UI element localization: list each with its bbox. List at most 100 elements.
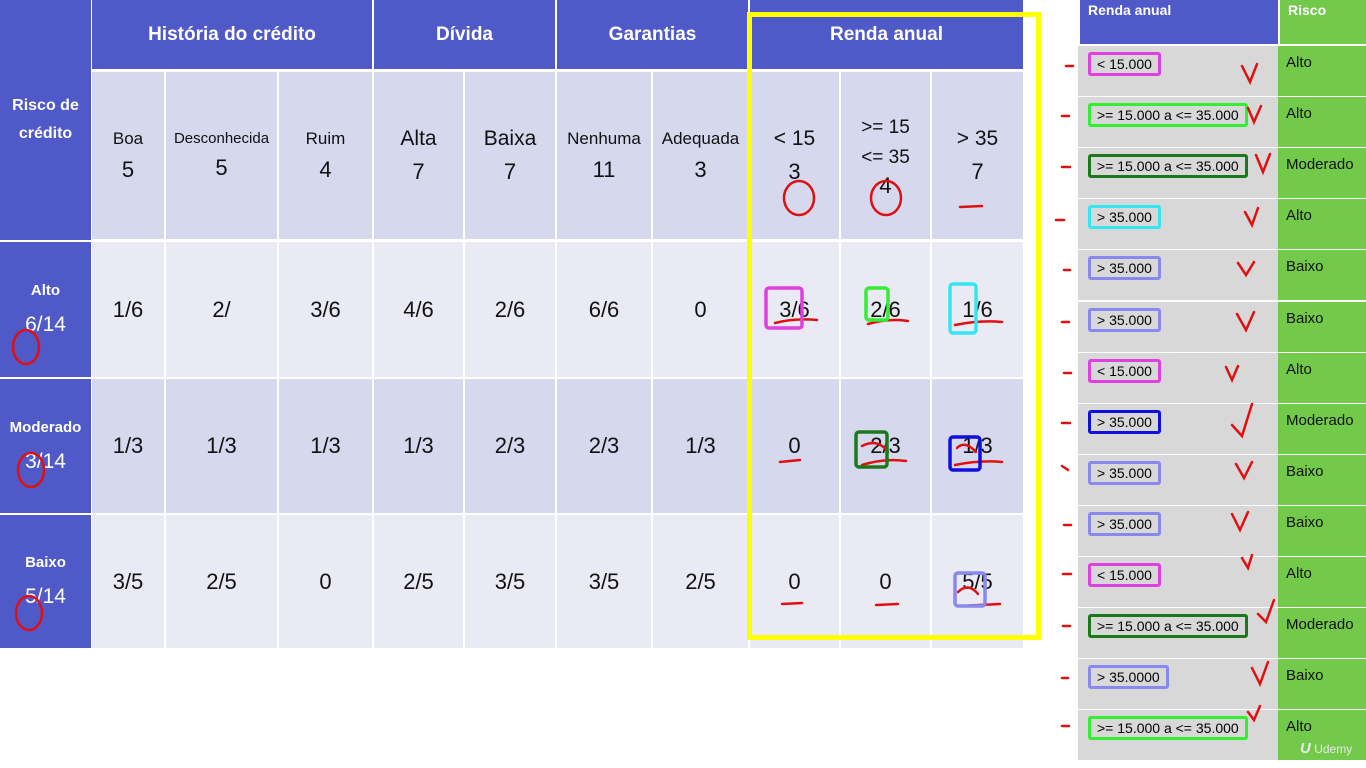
row-score: 6/14 xyxy=(25,313,66,336)
group-divida: Dívida xyxy=(374,0,555,69)
renda-value-box: >= 15.000 a <= 35.000 xyxy=(1088,154,1248,178)
col-count: 7 xyxy=(412,158,425,184)
panel-risco-row: Baixo xyxy=(1278,302,1366,352)
col-count: 4 xyxy=(319,156,332,182)
renda-value-box: > 35.0000 xyxy=(1088,665,1169,689)
table-cell: 1/6 xyxy=(92,242,164,377)
table-cell: 2/3 xyxy=(465,379,555,513)
panel-renda-row: > 35.000 xyxy=(1078,199,1278,249)
table-cell: 1/3 xyxy=(374,379,463,513)
renda-value-box: < 15.000 xyxy=(1088,52,1161,76)
row-header-0: Alto 6/14 xyxy=(0,242,91,377)
renda-value-box: > 35.000 xyxy=(1088,205,1161,229)
panel-renda-row: >= 15.000 a <= 35.000 xyxy=(1078,608,1278,658)
col-name: Baixa xyxy=(483,126,537,150)
udemy-watermark: U Udemy xyxy=(1300,740,1352,757)
row-score: 5/14 xyxy=(25,585,66,608)
panel-renda-row: < 15.000 xyxy=(1078,46,1278,96)
corner-label: Risco de crédito xyxy=(12,97,79,142)
panel-risco-row: Moderado xyxy=(1278,404,1366,454)
panel-risco-row: Moderado xyxy=(1278,608,1366,658)
panel-renda-row: > 35.000 xyxy=(1078,250,1278,300)
table-cell: 3/5 xyxy=(465,515,555,648)
col-alta: Alta 7 xyxy=(374,72,463,239)
col-baixa: Baixa 7 xyxy=(465,72,555,239)
table-cell: 0 xyxy=(279,515,372,648)
col-count: 5 xyxy=(121,156,135,182)
panel-risco-row: Baixo xyxy=(1278,506,1366,556)
table-cell: 3/5 xyxy=(92,515,164,648)
col-ruim: Ruim 4 xyxy=(279,72,372,239)
table-cell: 3/5 xyxy=(557,515,651,648)
panel-renda-row: < 15.000 xyxy=(1078,353,1278,403)
panel-renda-row: > 35.000 xyxy=(1078,455,1278,505)
group-historia: História do crédito xyxy=(92,0,372,69)
panel-renda-row: > 35.000 xyxy=(1078,404,1278,454)
renda-value-box: < 15.000 xyxy=(1088,563,1161,587)
corner-header: Risco de crédito xyxy=(0,0,91,240)
renda-value-box: > 35.000 xyxy=(1088,410,1161,434)
panel-risco-row: Alto xyxy=(1278,199,1366,249)
panel-renda-row: >= 15.000 a <= 35.000 xyxy=(1078,97,1278,147)
row-label: Alto xyxy=(30,282,61,299)
renda-value-box: < 15.000 xyxy=(1088,359,1161,383)
col-count: 11 xyxy=(592,156,616,182)
table-cell: 2/ xyxy=(166,242,277,377)
table-cell: 2/3 xyxy=(557,379,651,513)
panel-header-risco: Risco xyxy=(1280,0,1366,44)
renda-value-box: > 35.000 xyxy=(1088,256,1161,280)
renda-value-box: > 35.000 xyxy=(1088,308,1161,332)
renda-value-box: >= 15.000 a <= 35.000 xyxy=(1088,614,1248,638)
table-cell: 3/6 xyxy=(279,242,372,377)
table-cell: 0 xyxy=(653,242,748,377)
col-name: Ruim xyxy=(305,128,346,148)
group-label: História do crédito xyxy=(148,23,316,45)
panel-risco-row: Alto xyxy=(1278,557,1366,607)
renda-anual-highlight-box xyxy=(747,12,1041,640)
table-cell: 2/5 xyxy=(653,515,748,648)
renda-value-box: >= 15.000 a <= 35.000 xyxy=(1088,716,1248,740)
panel-risco-row: Baixo xyxy=(1278,659,1366,709)
table-cell: 1/3 xyxy=(653,379,748,513)
udemy-logo-icon: U xyxy=(1300,740,1311,757)
panel-risco-row: Baixo xyxy=(1278,250,1366,300)
col-boa: Boa 5 xyxy=(92,72,164,239)
col-adequada: Adequada 3 xyxy=(653,72,748,239)
table-cell: 2/5 xyxy=(166,515,277,648)
renda-value-box: > 35.000 xyxy=(1088,461,1161,485)
col-name: Alta xyxy=(400,126,437,150)
table-cell: 4/6 xyxy=(374,242,463,377)
panel-risco-row: Alto xyxy=(1278,97,1366,147)
col-count: 3 xyxy=(694,156,707,182)
panel-renda-row: > 35.000 xyxy=(1078,302,1278,352)
panel-renda-row: >= 15.000 a <= 35.000 xyxy=(1078,710,1278,760)
table-cell: 6/6 xyxy=(557,242,651,377)
panel-renda-row: < 15.000 xyxy=(1078,557,1278,607)
row-header-1: Moderado 3/14 xyxy=(0,379,91,513)
row-score: 3/14 xyxy=(25,449,66,473)
group-label: Garantias xyxy=(608,23,697,45)
group-label: Dívida xyxy=(435,23,494,45)
col-nenhuma: Nenhuma 11 xyxy=(557,72,651,239)
col-name: Nenhuma xyxy=(567,128,641,148)
group-garantias: Garantias xyxy=(557,0,748,69)
panel-risco-row: Alto xyxy=(1278,46,1366,96)
table-cell: 1/3 xyxy=(279,379,372,513)
col-desconhecida: Desconhecida 5 xyxy=(166,72,277,239)
udemy-label: Udemy xyxy=(1314,742,1353,756)
col-name: Adequada xyxy=(661,128,740,148)
col-name: Boa xyxy=(112,128,144,148)
table-cell: 1/3 xyxy=(92,379,164,513)
row-header-2: Baixo 5/14 xyxy=(0,515,91,648)
renda-value-box: > 35.000 xyxy=(1088,512,1161,536)
panel-renda-row: >= 15.000 a <= 35.000 xyxy=(1078,148,1278,198)
row-label: Baixo xyxy=(25,554,66,571)
panel-risco-row: Moderado xyxy=(1278,148,1366,198)
col-count: 5 xyxy=(215,155,228,180)
panel-risco-row: Baixo xyxy=(1278,455,1366,505)
table-cell: 2/5 xyxy=(374,515,463,648)
row-label: Moderado xyxy=(9,418,82,436)
panel-renda-row: > 35.0000 xyxy=(1078,659,1278,709)
table-cell: 2/6 xyxy=(465,242,555,377)
renda-value-box: >= 15.000 a <= 35.000 xyxy=(1088,103,1248,127)
